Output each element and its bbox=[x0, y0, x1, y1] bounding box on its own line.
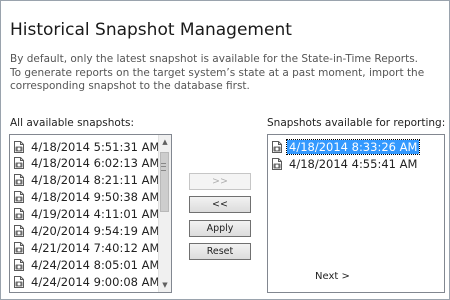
scroll-thumb[interactable] bbox=[160, 152, 169, 212]
scroll-grip-icon bbox=[161, 163, 166, 171]
list-item[interactable]: 4/24/2014 9:00:08 AM bbox=[12, 274, 161, 290]
reporting-snapshots-list[interactable]: 4/18/2014 8:33:26 AM 4/18/2014 4:55:41 A… bbox=[267, 134, 445, 293]
reporting-snapshots-label: Snapshots available for reporting: bbox=[267, 117, 446, 129]
snapshot-icon bbox=[12, 241, 26, 255]
list-item[interactable]: 4/18/2014 6:02:13 AM bbox=[12, 155, 161, 171]
page-title: Historical Snapshot Management bbox=[10, 20, 292, 40]
list-item-label: 4/24/2014 8:05:01 AM bbox=[31, 258, 160, 272]
snapshot-icon bbox=[12, 275, 26, 289]
snapshot-icon bbox=[12, 258, 26, 272]
vertical-scrollbar[interactable]: ▲ ▼ bbox=[158, 135, 171, 292]
list-item[interactable]: 4/20/2014 9:54:19 AM bbox=[12, 223, 161, 239]
snapshot-icon bbox=[270, 140, 284, 154]
list-item-label: 4/18/2014 4:55:41 AM bbox=[289, 157, 418, 171]
description-line: By default, only the latest snapshot is … bbox=[10, 53, 419, 65]
list-item-label: 4/18/2014 6:02:13 AM bbox=[31, 156, 160, 170]
list-item[interactable]: 4/21/2014 7:40:12 AM bbox=[12, 240, 161, 256]
list-item-label: 4/18/2014 8:21:11 AM bbox=[31, 173, 160, 187]
next-link[interactable]: Next > bbox=[315, 271, 350, 282]
snapshot-icon bbox=[12, 156, 26, 170]
remove-from-reporting-button[interactable]: << bbox=[189, 196, 251, 213]
list-item-label: 4/18/2014 8:33:26 AM bbox=[285, 139, 421, 155]
snapshot-icon bbox=[12, 224, 26, 238]
reset-button[interactable]: Reset bbox=[189, 243, 251, 260]
list-item-label: 4/18/2014 9:50:38 AM bbox=[31, 190, 160, 204]
description-line: To generate reports on the target system… bbox=[10, 66, 425, 79]
list-item-label: 4/21/2014 7:40:12 AM bbox=[31, 241, 160, 255]
snapshot-icon bbox=[12, 207, 26, 221]
list-item-label: 4/24/2014 9:00:08 AM bbox=[31, 275, 160, 289]
snapshot-icon bbox=[12, 173, 26, 187]
snapshot-icon bbox=[12, 190, 26, 204]
list-item-label: 4/18/2014 5:51:31 AM bbox=[31, 140, 160, 154]
list-item[interactable]: 4/18/2014 9:50:38 AM bbox=[12, 189, 161, 205]
list-item-label: 4/19/2014 4:11:01 AM bbox=[31, 207, 160, 221]
all-snapshots-label: All available snapshots: bbox=[10, 117, 134, 129]
description-line: corresponding snapshot to the database f… bbox=[10, 80, 250, 92]
snapshot-icon bbox=[270, 157, 284, 171]
apply-button[interactable]: Apply bbox=[189, 220, 251, 237]
scroll-down-icon[interactable]: ▼ bbox=[159, 279, 171, 291]
list-item[interactable]: 4/24/2014 8:05:01 AM bbox=[12, 257, 161, 273]
list-item[interactable]: 4/18/2014 4:55:41 AM bbox=[270, 156, 419, 172]
list-item[interactable]: 4/18/2014 5:51:31 AM bbox=[12, 139, 161, 155]
snapshot-icon bbox=[12, 140, 26, 154]
list-item-selected[interactable]: 4/18/2014 8:33:26 AM bbox=[270, 139, 421, 155]
move-to-reporting-button[interactable]: >> bbox=[189, 173, 251, 190]
list-item[interactable]: 4/18/2014 8:21:11 AM bbox=[12, 172, 161, 188]
list-item[interactable]: 4/19/2014 4:11:01 AM bbox=[12, 206, 161, 222]
all-snapshots-list[interactable]: 4/18/2014 5:51:31 AM 4/18/2014 6:02:13 A… bbox=[9, 134, 172, 293]
list-item-label: 4/20/2014 9:54:19 AM bbox=[31, 224, 160, 238]
scroll-up-icon[interactable]: ▲ bbox=[159, 136, 171, 148]
description: By default, only the latest snapshot is … bbox=[10, 53, 440, 94]
